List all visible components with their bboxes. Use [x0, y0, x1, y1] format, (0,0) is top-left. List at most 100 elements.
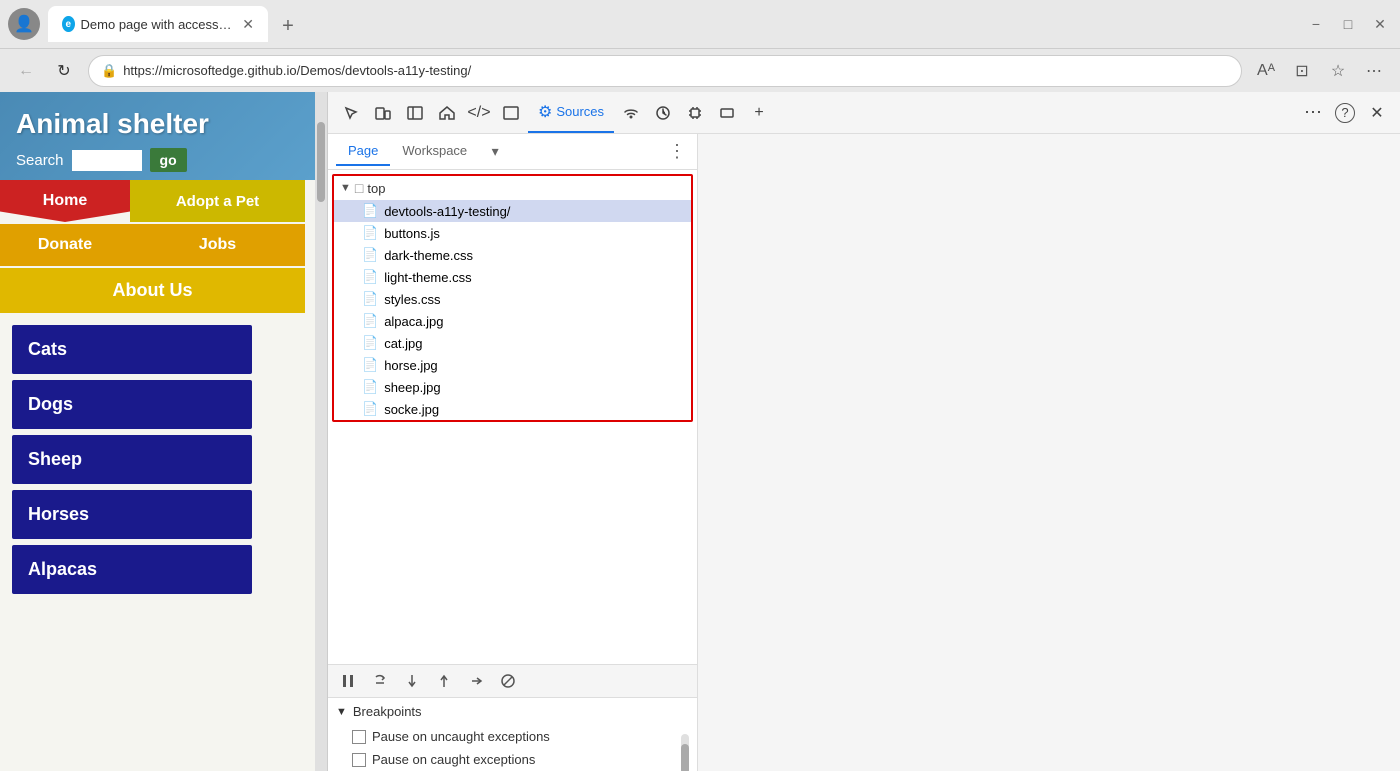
performance-icon[interactable]: [648, 98, 678, 128]
sidebar-toggle-icon[interactable]: [400, 98, 430, 128]
file-tree-container: ▼ □ top 📄 devtools-a1: [328, 170, 697, 664]
file-icon-img3: 📄: [362, 357, 378, 373]
bp-caught-checkbox[interactable]: [352, 753, 366, 767]
inspect-element-icon[interactable]: [336, 98, 366, 128]
settings-menu-button[interactable]: ⋯: [1360, 57, 1388, 85]
close-window-button[interactable]: ✕: [1368, 12, 1392, 36]
step-into-button[interactable]: [400, 669, 424, 693]
help-button[interactable]: ?: [1330, 98, 1360, 128]
tree-item-sheep-jpg[interactable]: 📄 sheep.jpg: [334, 376, 691, 398]
lock-icon: 🔒: [101, 63, 117, 79]
breakpoints-scrollbar[interactable]: [681, 734, 689, 771]
network-wifi-icon[interactable]: [616, 98, 646, 128]
search-input[interactable]: [72, 150, 142, 171]
file-name-socke: socke.jpg: [384, 402, 439, 417]
sources-tab[interactable]: ⚙ Sources: [528, 92, 614, 133]
title-bar: 👤 e Demo page with accessibility issu ✕ …: [0, 0, 1400, 48]
scrollbar-thumb[interactable]: [317, 122, 325, 202]
search-label: Search: [16, 152, 64, 169]
breakpoints-section: ▼ Breakpoints: [328, 697, 697, 771]
home-nav-button[interactable]: Home: [0, 180, 130, 222]
close-devtools-button[interactable]: ✕: [1362, 98, 1392, 128]
home-icon[interactable]: [432, 98, 462, 128]
file-name-cat: cat.jpg: [384, 336, 422, 351]
sources-nav-tabs: Page Workspace ▾ ⋮: [328, 134, 697, 170]
file-icon-img5: 📄: [362, 401, 378, 417]
page-tab[interactable]: Page: [336, 137, 390, 166]
step-out-button[interactable]: [432, 669, 456, 693]
bp-uncaught-label: Pause on uncaught exceptions: [372, 729, 550, 744]
shelter-title: Animal shelter: [16, 108, 299, 140]
tree-item-alpaca-jpg[interactable]: 📄 alpaca.jpg: [334, 310, 691, 332]
file-name-alpaca: alpaca.jpg: [384, 314, 443, 329]
go-button[interactable]: go: [150, 148, 187, 172]
file-icon-img1: 📄: [362, 313, 378, 329]
maximize-button[interactable]: □: [1336, 12, 1360, 36]
tree-item-dark-css[interactable]: 📄 dark-theme.css: [334, 244, 691, 266]
deactivate-breakpoints-button[interactable]: [496, 669, 520, 693]
sources-tab-label: Sources: [556, 104, 604, 119]
dogs-list-item[interactable]: Dogs: [12, 380, 252, 429]
elements-icon[interactable]: </>: [464, 98, 494, 128]
url-bar[interactable]: 🔒 https://microsoftedge.github.io/Demos/…: [88, 55, 1242, 87]
console-icon[interactable]: [496, 98, 526, 128]
about-nav-button[interactable]: About Us: [0, 268, 305, 313]
file-icon-folder: 📄: [362, 203, 378, 219]
sources-menu-button[interactable]: ⋮: [665, 140, 689, 164]
workspace-tab[interactable]: Workspace: [390, 137, 479, 166]
split-screen-icon[interactable]: ⊡: [1288, 57, 1316, 85]
file-tree-box: ▼ □ top 📄 devtools-a1: [332, 174, 693, 422]
tree-item-styles-css[interactable]: 📄 styles.css: [334, 288, 691, 310]
webpage-panel: Animal shelter Search go Home Adopt a Pe…: [0, 92, 315, 771]
window-controls: − □ ✕: [1304, 12, 1392, 36]
new-tab-button[interactable]: +: [272, 10, 304, 42]
file-name-buttons: buttons.js: [384, 226, 440, 241]
file-icon-css3: 📄: [362, 291, 378, 307]
bp-uncaught-checkbox[interactable]: [352, 730, 366, 744]
more-tools-button[interactable]: ⋯: [1298, 102, 1328, 123]
minimize-button[interactable]: −: [1304, 12, 1328, 36]
breakpoints-header: ▼ Breakpoints: [328, 698, 697, 725]
profile-avatar[interactable]: 👤: [8, 8, 40, 40]
tree-root-top[interactable]: ▼ □ top: [334, 176, 691, 200]
tree-item-light-css[interactable]: 📄 light-theme.css: [334, 266, 691, 288]
cats-list-item[interactable]: Cats: [12, 325, 252, 374]
tab-dropdown-button[interactable]: ▾: [483, 140, 507, 164]
back-button[interactable]: ←: [12, 57, 40, 85]
layers-icon[interactable]: [712, 98, 742, 128]
add-panel-icon[interactable]: +: [744, 98, 774, 128]
debugger-toolbar: [328, 664, 697, 697]
tab-close-button[interactable]: ✕: [242, 16, 254, 33]
tree-item-buttons-js[interactable]: 📄 buttons.js: [334, 222, 691, 244]
device-emulation-icon[interactable]: [368, 98, 398, 128]
tab-title: Demo page with accessibility issu: [81, 17, 233, 32]
breakpoints-label: Breakpoints: [353, 704, 422, 719]
donate-nav-button[interactable]: Donate: [0, 224, 130, 266]
tree-item-horse-jpg[interactable]: 📄 horse.jpg: [334, 354, 691, 376]
bp-uncaught: Pause on uncaught exceptions: [328, 725, 697, 748]
tab-favicon: e: [62, 16, 75, 32]
devtools-panel: </> ⚙ Sources: [327, 92, 1400, 771]
refresh-button[interactable]: ↻: [50, 57, 78, 85]
jobs-nav-button[interactable]: Jobs: [130, 224, 305, 266]
browser-window: 👤 e Demo page with accessibility issu ✕ …: [0, 0, 1400, 771]
file-tree-panel: Page Workspace ▾ ⋮: [328, 134, 697, 771]
active-tab[interactable]: e Demo page with accessibility issu ✕: [48, 6, 268, 42]
adopt-nav-button[interactable]: Adopt a Pet: [130, 180, 305, 222]
vertical-scrollbar[interactable]: [315, 92, 327, 771]
tree-item-devtools-dir[interactable]: 📄 devtools-a11y-testing/: [334, 200, 691, 222]
bookmark-icon[interactable]: ☆: [1324, 57, 1352, 85]
nav-menu: Home Adopt a Pet Donate Jobs About Us: [0, 180, 315, 313]
tree-item-socke-jpg[interactable]: 📄 socke.jpg: [334, 398, 691, 420]
alpacas-list-item[interactable]: Alpacas: [12, 545, 252, 594]
collapse-arrow: ▼: [340, 182, 351, 194]
horses-list-item[interactable]: Horses: [12, 490, 252, 539]
tree-item-cat-jpg[interactable]: 📄 cat.jpg: [334, 332, 691, 354]
file-name-sheep: sheep.jpg: [384, 380, 440, 395]
step-button[interactable]: [464, 669, 488, 693]
step-over-button[interactable]: [368, 669, 392, 693]
pause-resume-button[interactable]: [336, 669, 360, 693]
cpu-icon[interactable]: [680, 98, 710, 128]
reader-icon[interactable]: Aᴬ: [1252, 57, 1280, 85]
sheep-list-item[interactable]: Sheep: [12, 435, 252, 484]
